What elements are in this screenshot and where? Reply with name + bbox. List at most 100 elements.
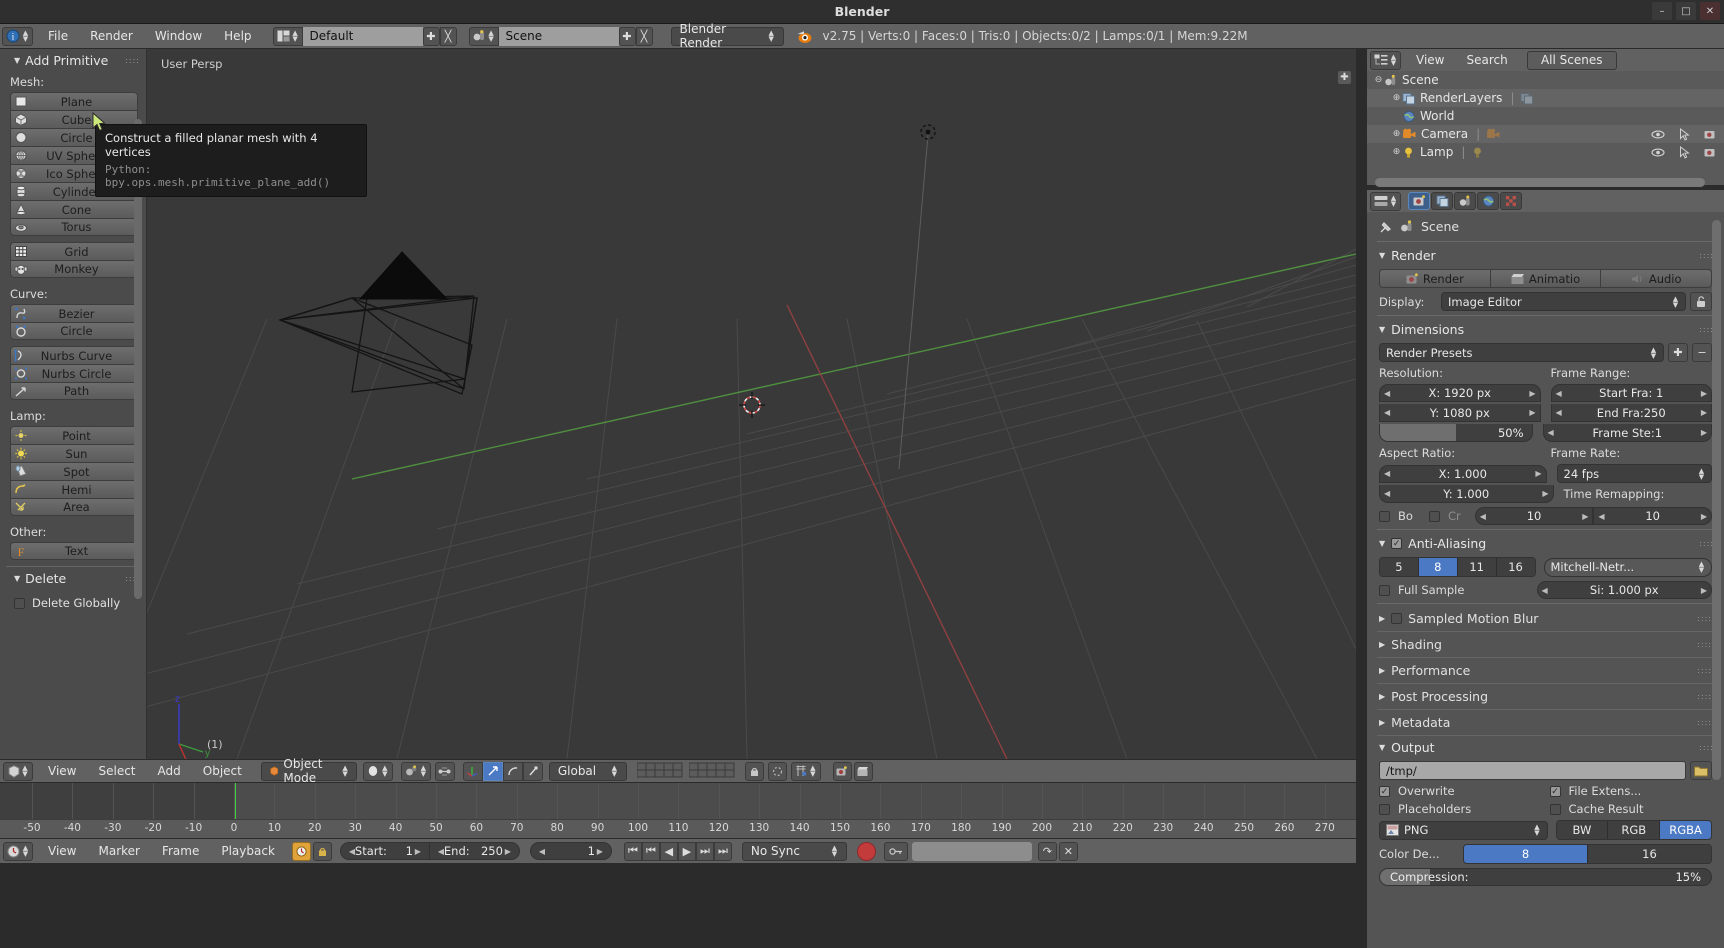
outliner-row-lamp[interactable]: ⊕ Lamp | [1367,143,1724,161]
properties-scrollbar[interactable] [1712,220,1721,780]
delete-globally-checkbox[interactable] [14,597,25,609]
pivot-point-dropdown[interactable]: ▲ ▼ [400,761,431,781]
add-screen-layout-button[interactable]: ✚ [422,26,440,46]
interaction-mode-dropdown[interactable]: Object Mode ▲ ▼ [260,757,357,785]
scene-name-field[interactable]: Scene [498,26,619,46]
color-depth-segmented[interactable]: 8 16 [1463,844,1712,864]
viewport-shading-dropdown[interactable]: ▲ ▼ [362,761,393,781]
output-path-field[interactable]: /tmp/ [1379,761,1686,780]
expand-toggle-icon[interactable]: ⊕ [1391,129,1402,139]
resolution-percentage-slider[interactable]: 50% [1379,424,1533,442]
color-mode-bw[interactable]: BW [1556,821,1609,839]
color-mode-segmented[interactable]: BW RGB RGBA [1555,820,1712,840]
expand-toggle-icon[interactable]: ⊕ [1391,93,1402,103]
add-nurbs-curve-button[interactable]: Nurbs Curve [10,346,138,364]
collapsed-panel-shading[interactable]: ▶ Shading:::: [1367,632,1724,657]
menu-render[interactable]: Render [79,27,144,46]
play-button[interactable]: ▶ [677,841,696,861]
display-mode-dropdown[interactable]: Image Editor ▲ ▼ [1441,292,1686,311]
outliner-scrollbar[interactable] [1375,178,1705,187]
antialiasing-filter-dropdown[interactable]: Mitchell-Netr... ▲ ▼ [1543,557,1712,577]
minimize-button[interactable]: – [1652,2,1672,20]
frame-rate-dropdown[interactable]: 24 fps ▲ ▼ [1556,464,1712,483]
start-frame-field-prop[interactable]: ◀ Start Fra: 1 ▶ [1550,384,1712,402]
antialiasing-panel-header[interactable]: ▼ Anti-Aliasing :::: [1367,532,1724,555]
playback-controls[interactable]: ⏮ ⏮ ◀ ▶ ⏭ ⏭ [623,841,732,861]
time-remap-new-field[interactable]: ◀ 10 ▶ [1593,507,1713,525]
keying-set-field[interactable] [911,841,1032,861]
add-monkey-button[interactable]: Monkey [10,260,138,278]
outliner-row-world[interactable]: World [1367,107,1724,125]
add-plane-button[interactable]: Plane [10,92,138,110]
menu-file[interactable]: File [37,27,79,46]
render-animation-button[interactable]: Animatio [1490,269,1602,288]
end-frame-field[interactable]: ◀ End: 250 ▶ [429,842,520,860]
add-cone-button[interactable]: Cone [10,200,138,218]
viewport-menu-select[interactable]: Select [87,762,146,781]
full-sample-checkbox[interactable] [1379,584,1390,596]
resolution-y-field[interactable]: ◀ Y: 1080 px ▶ [1379,404,1541,422]
lock-layers-button[interactable] [744,761,764,781]
aa-sample-8[interactable]: 8 [1418,558,1458,576]
add-circle-button[interactable]: Circle [10,322,138,340]
timeline-menu-view[interactable]: View [37,842,87,861]
properties-tab-render-layers[interactable] [1431,192,1453,210]
outliner-row-camera[interactable]: ⊕ Camera | [1367,125,1724,143]
add-area-button[interactable]: Area [10,498,138,516]
screen-layout-icon-button[interactable]: ▲ ▼ [272,26,303,46]
aspect-y-field[interactable]: ◀ Y: 1.000 ▶ [1379,485,1554,503]
translate-manipulator-button[interactable] [482,761,503,781]
collapsed-panel-sampled-motion-blur[interactable]: ▶ Sampled Motion Blur:::: [1367,606,1724,631]
timeline-editor-type-selector[interactable]: ▲ ▼ [3,841,33,861]
scene-icon-button[interactable]: ▲ ▼ [468,26,499,46]
render-presets-dropdown[interactable]: Render Presets ▲ ▼ [1379,343,1664,362]
delete-screen-layout-button[interactable]: ╳ [439,26,457,46]
viewport-menu-add[interactable]: Add [147,762,192,781]
proportional-editing-button[interactable] [767,761,787,781]
keying-set-icon-button[interactable] [883,841,908,861]
viewport-editor-type-selector[interactable]: ▲ ▼ [3,761,33,781]
properties-tab-render[interactable] [1408,192,1430,210]
close-button[interactable]: ✕ [1700,2,1720,20]
render-image-button[interactable]: Render [1379,269,1491,288]
file-extensions-checkbox[interactable] [1549,785,1561,797]
insert-keyframe-button[interactable]: ↷ [1037,841,1057,861]
add-scene-button[interactable]: ✚ [618,26,636,46]
render-engine-dropdown[interactable]: Blender Render ▲ ▼ [670,22,784,50]
lock-time-button[interactable] [312,841,332,861]
cache-result-checkbox[interactable] [1549,803,1561,815]
resolution-x-field[interactable]: ◀ X: 1920 px ▶ [1379,384,1541,402]
screen-layout-field[interactable]: Default [302,26,423,46]
sync-mode-dropdown[interactable]: No Sync ▲ ▼ [741,841,847,861]
properties-tab-scene[interactable] [1454,192,1476,210]
render-opengl-animation-button[interactable] [853,761,873,781]
add-sun-button[interactable]: Sun [10,444,138,462]
render-opengl-preview-button[interactable] [832,761,852,781]
jump-to-start-button[interactable]: ⏮ [623,841,642,861]
overwrite-checkbox[interactable] [1379,785,1390,797]
viewport-expand-arrows-icon[interactable]: ✚ [1338,71,1351,84]
properties-tab-object[interactable] [1500,192,1522,210]
output-panel-header[interactable]: ▼ Output :::: [1367,736,1724,759]
outliner-restrict-toggles[interactable] [1651,145,1718,159]
browse-output-folder-button[interactable] [1690,761,1712,780]
outliner-editor-type-selector[interactable]: ▲ ▼ [1370,50,1401,70]
manipulator-toggle-button[interactable] [462,761,483,781]
frame-step-field[interactable]: ◀ Frame Ste:1 ▶ [1542,424,1712,442]
render-panel-header[interactable]: ▼ Render :::: [1367,244,1724,267]
menu-window[interactable]: Window [144,27,213,46]
panel-enable-checkbox[interactable] [1391,613,1403,624]
scene-layers-widget[interactable] [636,762,737,780]
delete-panel-header[interactable]: ▼ Delete :::: [0,567,146,590]
remove-preset-button[interactable]: − [1692,343,1712,362]
viewport-menu-view[interactable]: View [37,762,87,781]
next-keyframe-button[interactable]: ⏭ [695,841,714,861]
compression-slider[interactable]: Compression: 15% [1379,868,1712,886]
jump-to-end-button[interactable]: ⏭ [713,841,732,861]
collapsed-panel-post-processing[interactable]: ▶ Post Processing:::: [1367,684,1724,709]
border-checkbox[interactable] [1379,510,1390,522]
placeholders-checkbox[interactable] [1379,803,1390,815]
render-audio-button[interactable]: Audio [1601,269,1713,288]
properties-tab-world[interactable] [1477,192,1499,210]
play-reverse-button[interactable]: ◀ [659,841,678,861]
